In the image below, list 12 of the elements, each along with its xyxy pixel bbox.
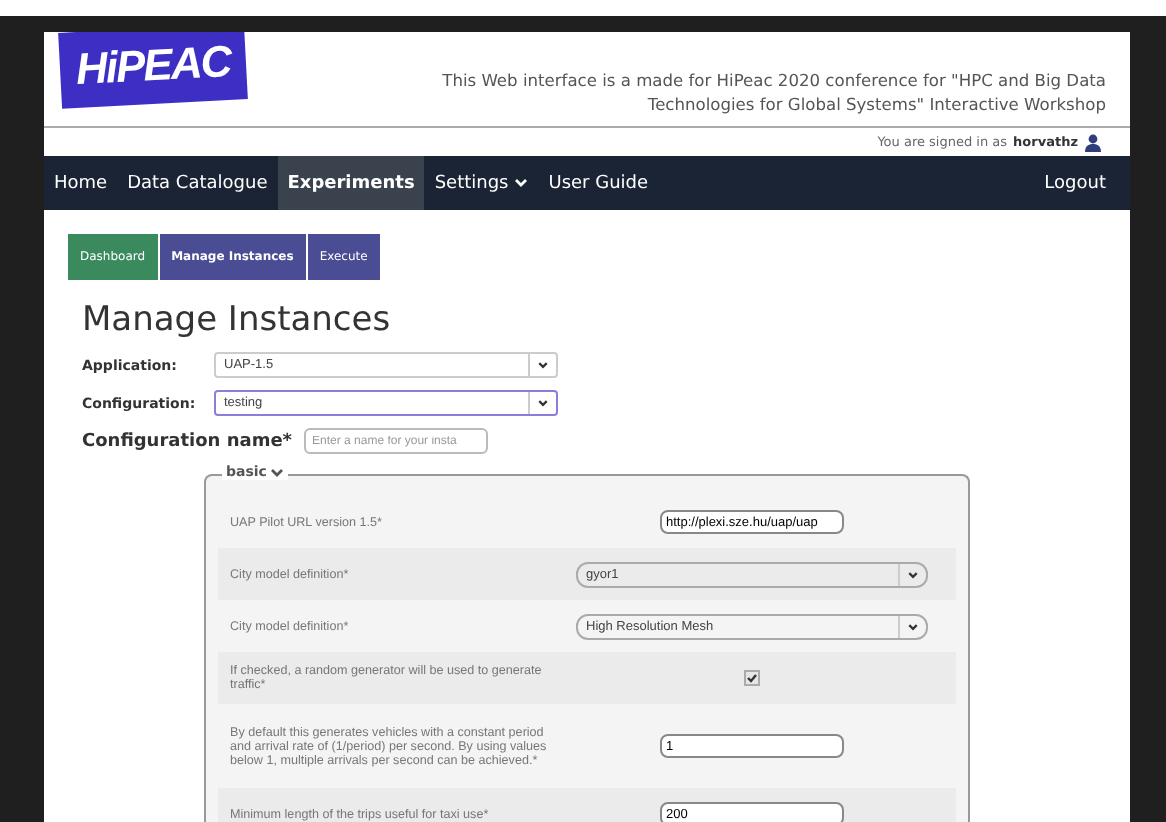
logo: HiPEAC: [58, 32, 249, 109]
nav-link[interactable]: Home: [44, 156, 118, 210]
logout-link[interactable]: Logout: [1034, 156, 1130, 210]
nav-link[interactable]: Experiments: [277, 156, 425, 210]
field-label: Configuration name*: [82, 431, 293, 451]
nav-link[interactable]: Settings: [424, 156, 539, 210]
page-title: Manage Instances: [82, 300, 393, 340]
checkbox[interactable]: [744, 670, 760, 686]
nav-link[interactable]: Data Catalogue: [117, 156, 278, 210]
header-tagline: This Web interface is a made for HiPeac 2020 conference for "HPC and Big Data Technologies for Global Systems" Interactive Workshop: [440, 68, 1106, 116]
user-icon: [1084, 133, 1102, 151]
nav-link[interactable]: User Guide: [538, 156, 659, 210]
